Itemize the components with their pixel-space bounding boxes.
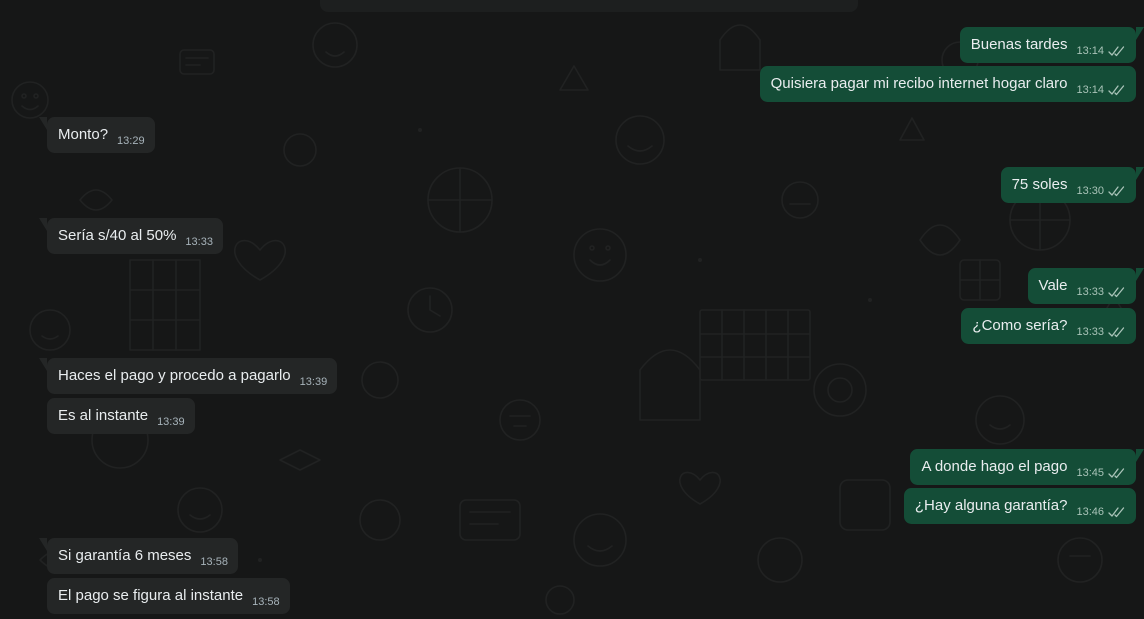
top-overlay-strip	[320, 0, 858, 12]
message-text: ¿Como sería?	[972, 317, 1068, 334]
message-text: Buenas tardes	[970, 36, 1068, 53]
outgoing-message[interactable]: Quisiera pagar mi recibo internet hogar …	[759, 66, 1136, 102]
message-time: 13:33	[1076, 326, 1104, 338]
message-meta: 13:30	[1076, 185, 1126, 197]
message-meta: 13:39	[157, 416, 185, 428]
message-meta: 13:33	[185, 236, 213, 248]
outgoing-message[interactable]: Vale 13:33	[1027, 268, 1144, 304]
message-time: 13:29	[117, 135, 145, 147]
message-meta: 13:33	[1076, 326, 1126, 338]
message-meta: 13:58	[252, 596, 280, 608]
outgoing-message[interactable]: A donde hago el pago 13:45	[910, 449, 1144, 485]
message-text: El pago se figura al instante	[58, 587, 244, 604]
incoming-message[interactable]: El pago se figura al instante 13:58	[47, 578, 290, 614]
message-time: 13:14	[1076, 84, 1104, 96]
double-check-icon	[1108, 84, 1126, 96]
message-text: Haces el pago y procedo a pagarlo	[58, 367, 291, 384]
message-time: 13:58	[200, 556, 228, 568]
incoming-message[interactable]: Monto? 13:29	[39, 117, 155, 153]
message-meta: 13:46	[1076, 506, 1126, 518]
double-check-icon	[1108, 467, 1126, 479]
message-meta: 13:14	[1076, 45, 1126, 57]
message-time: 13:33	[1076, 286, 1104, 298]
message-text: Si garantía 6 meses	[58, 547, 192, 564]
double-check-icon	[1108, 185, 1126, 197]
message-text: A donde hago el pago	[921, 458, 1068, 475]
message-text: Vale	[1038, 277, 1068, 294]
message-meta: 13:39	[300, 376, 328, 388]
message-text: ¿Hay alguna garantía?	[914, 497, 1068, 514]
message-meta: 13:58	[200, 556, 228, 568]
message-time: 13:33	[185, 236, 213, 248]
message-time: 13:46	[1076, 506, 1104, 518]
incoming-message[interactable]: Es al instante 13:39	[47, 398, 195, 434]
message-text: Sería s/40 al 50%	[58, 227, 177, 244]
outgoing-message[interactable]: 75 soles 13:30	[1000, 167, 1144, 203]
incoming-message[interactable]: Si garantía 6 meses 13:58	[39, 538, 238, 574]
outgoing-message[interactable]: ¿Como sería? 13:33	[961, 308, 1136, 344]
message-time: 13:39	[299, 376, 328, 388]
incoming-message[interactable]: Sería s/40 al 50% 13:33	[39, 218, 223, 254]
message-text: Es al instante	[58, 407, 149, 424]
message-meta: 13:29	[117, 135, 145, 147]
message-time: 13:14	[1076, 45, 1104, 57]
double-check-icon	[1108, 45, 1126, 57]
incoming-message[interactable]: Haces el pago y procedo a pagarlo 13:39	[38, 358, 338, 394]
message-text: Monto?	[58, 126, 109, 143]
message-time: 13:45	[1076, 467, 1104, 479]
message-text: Quisiera pagar mi recibo internet hogar …	[770, 75, 1068, 92]
message-time: 13:39	[157, 416, 185, 428]
message-time: 13:58	[252, 596, 280, 608]
message-time: 13:30	[1076, 185, 1104, 197]
outgoing-message[interactable]: Buenas tardes 13:14	[959, 27, 1144, 63]
message-text: 75 soles	[1011, 176, 1068, 193]
message-meta: 13:14	[1076, 84, 1126, 96]
double-check-icon	[1108, 506, 1126, 518]
message-meta: 13:33	[1076, 286, 1126, 298]
double-check-icon	[1108, 286, 1126, 298]
message-meta: 13:45	[1076, 467, 1126, 479]
outgoing-message[interactable]: ¿Hay alguna garantía? 13:46	[903, 488, 1136, 524]
chat-panel[interactable]: Buenas tardes 13:14 Quisiera pagar mi reci…	[0, 0, 1144, 619]
double-check-icon	[1108, 326, 1126, 338]
